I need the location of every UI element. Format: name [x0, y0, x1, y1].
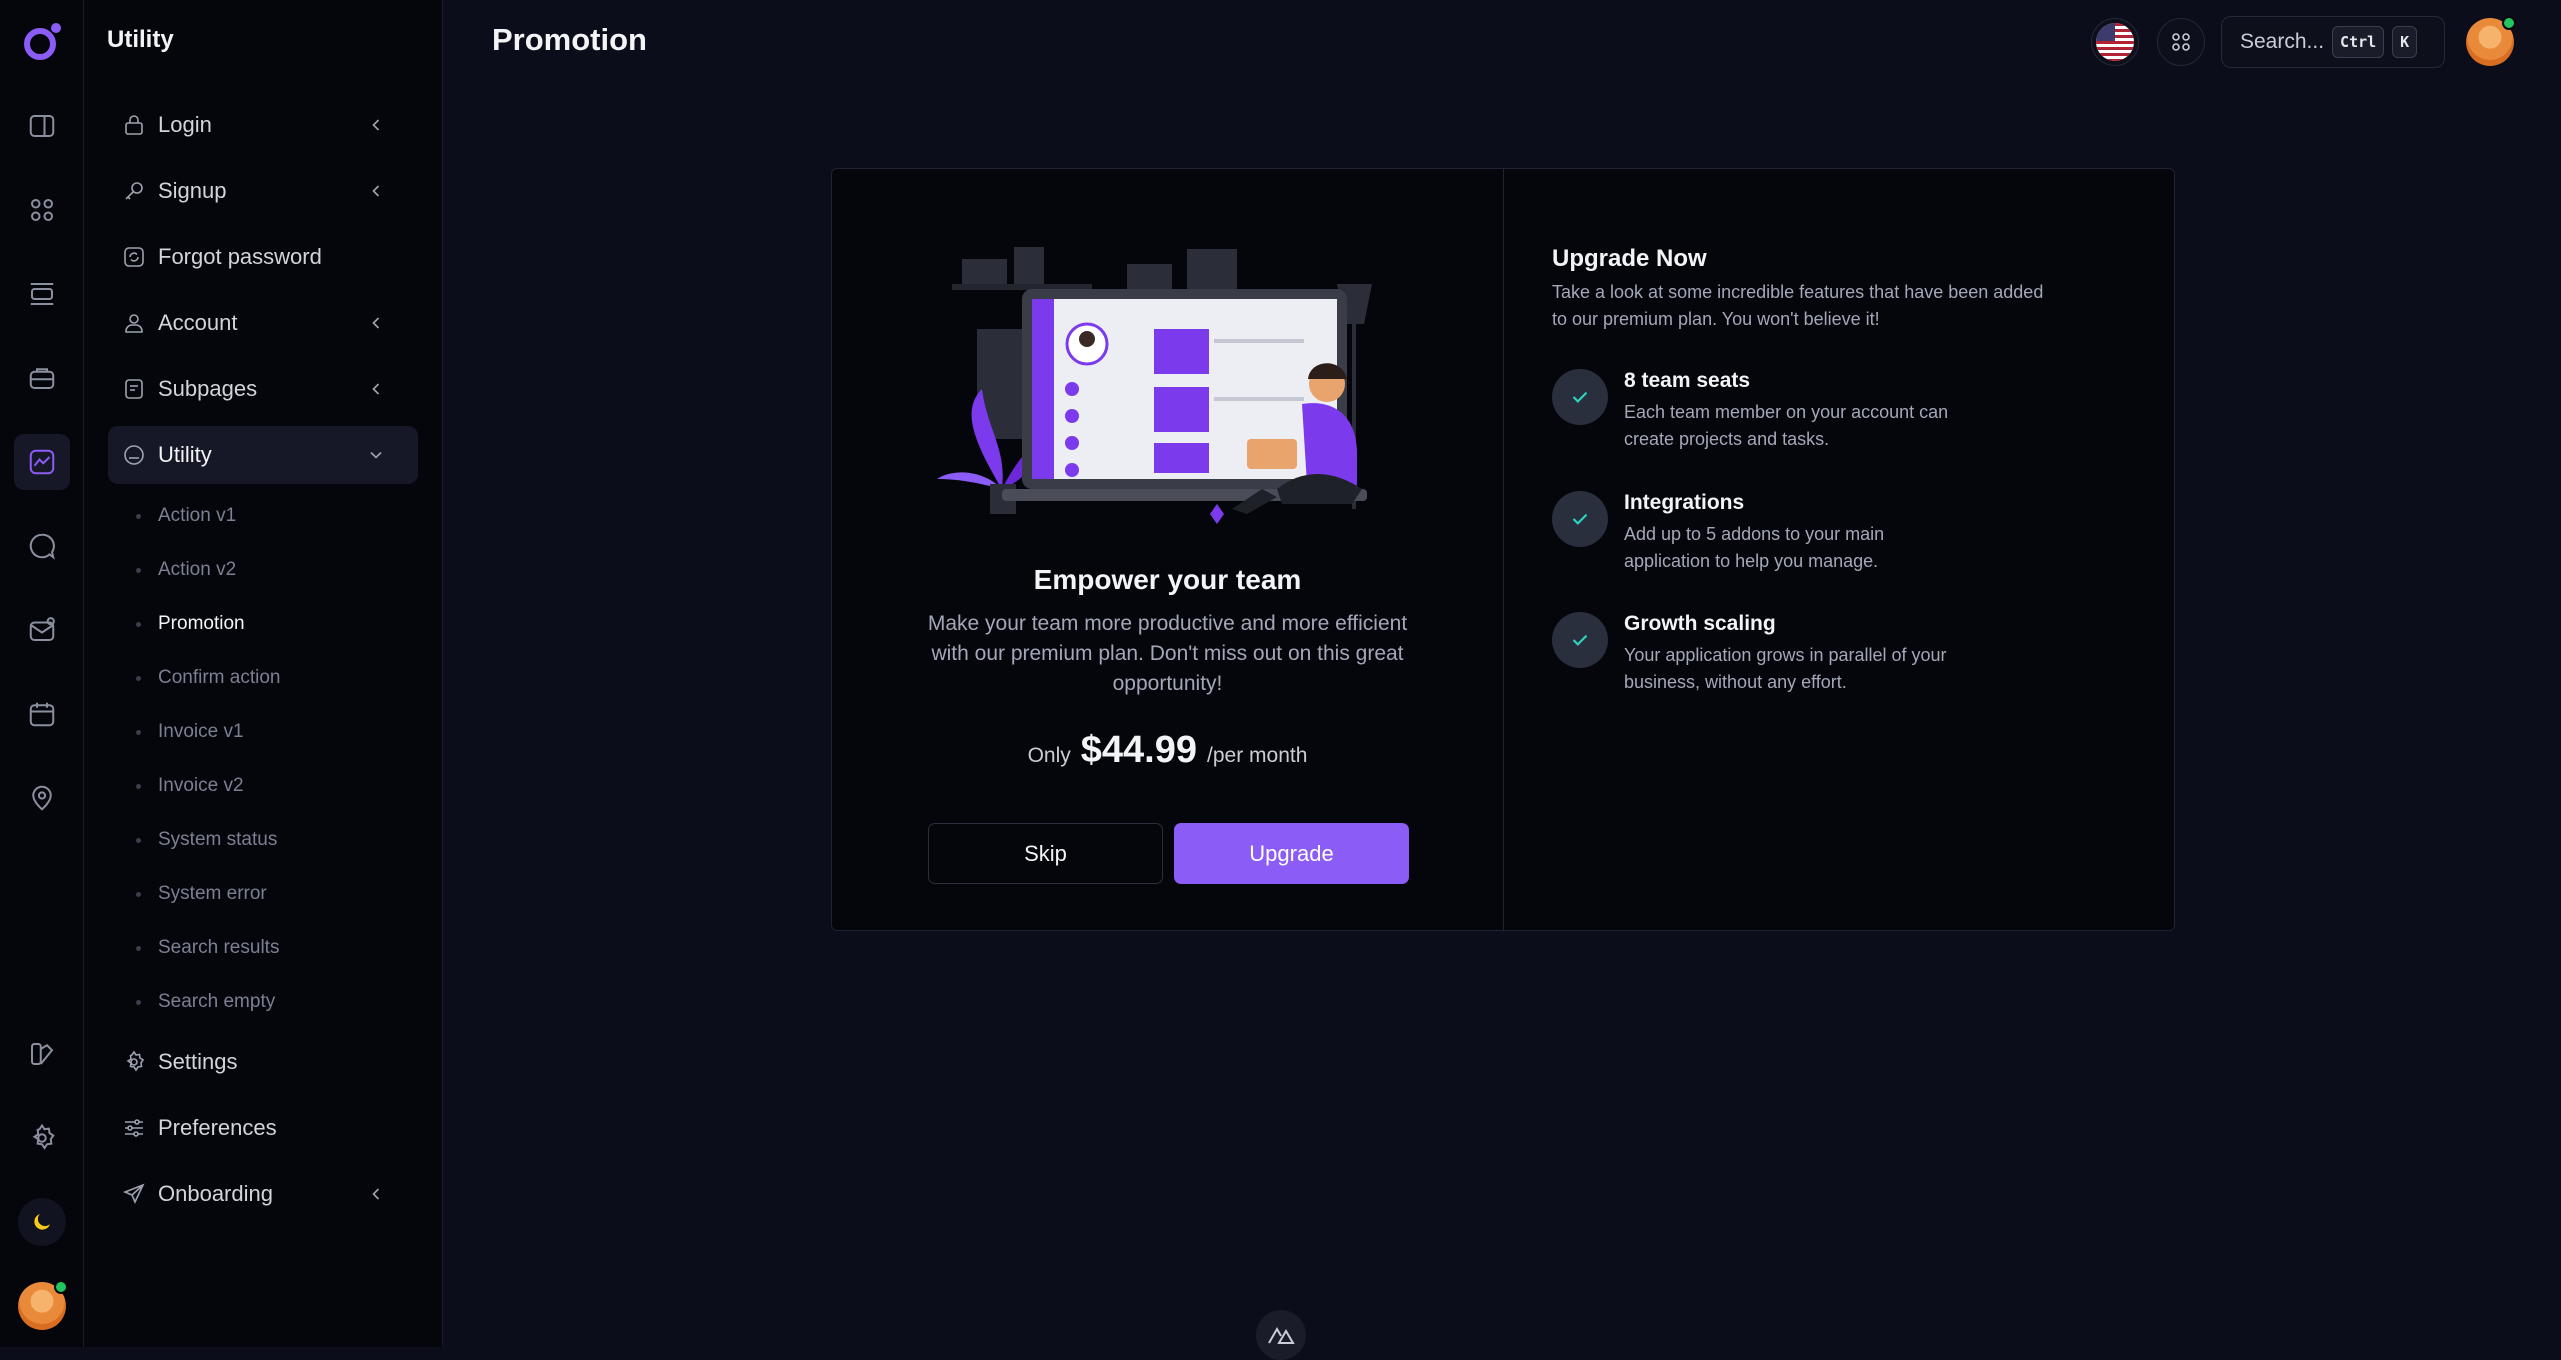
search-placeholder: Search... — [2240, 30, 2325, 53]
moon-icon[interactable] — [18, 1198, 66, 1246]
box-icon — [124, 445, 144, 465]
document-icon — [125, 379, 143, 399]
nav-item-onboarding[interactable]: Onboarding — [108, 1165, 418, 1223]
promo-right-pane: Upgrade Now Take a look at some incredib… — [1504, 169, 2174, 930]
subnav-item-search-empty[interactable]: Search empty — [135, 987, 275, 1017]
feature-description: Your application grows in parallel of yo… — [1624, 645, 1947, 692]
kbd-ctrl: Ctrl — [2332, 26, 2385, 58]
chart-icon[interactable] — [14, 434, 70, 490]
nav-item-signup[interactable]: Signup — [108, 162, 418, 220]
icon-rail — [0, 0, 84, 1347]
kbd-k: K — [2392, 26, 2418, 58]
promo-left-pane: Empower your team Make your team more pr… — [832, 169, 1503, 930]
nav-item-account[interactable]: Account — [108, 294, 418, 352]
chevron-left-icon — [372, 1188, 380, 1200]
chevron-left-icon — [372, 185, 380, 197]
grid-icon — [2172, 33, 2190, 51]
feature-title: 8 team seats — [1624, 369, 1751, 392]
nav-item-preferences[interactable]: Preferences — [108, 1099, 418, 1157]
calendar-icon[interactable] — [22, 694, 62, 734]
subnav-item-confirm-action[interactable]: Confirm action — [136, 663, 281, 693]
online-status-dot — [54, 1280, 68, 1294]
online-status-dot — [2502, 16, 2516, 30]
gear-icon — [126, 1050, 145, 1072]
user-avatar[interactable] — [2466, 16, 2516, 66]
nav-label: Settings — [158, 1049, 238, 1074]
team-illustration — [937, 247, 1372, 524]
nav-label: Utility — [158, 442, 212, 467]
price-period: /per month — [1207, 744, 1308, 767]
nuxt-logo-icon — [1268, 1326, 1295, 1344]
feature-title: Growth scaling — [1624, 612, 1776, 635]
nav-label: Login — [158, 112, 212, 137]
nav-item-settings[interactable]: Settings — [108, 1033, 418, 1091]
nav-item-login[interactable]: Login — [108, 96, 418, 154]
nav-item-forgot-password[interactable]: Forgot password — [108, 228, 418, 286]
nav-label: Signup — [158, 178, 227, 203]
upgrade-button[interactable]: Upgrade — [1174, 823, 1409, 884]
nav-label: Preferences — [158, 1115, 277, 1140]
key-icon — [125, 182, 143, 200]
skip-button[interactable]: Skip — [928, 823, 1163, 884]
feature-description: Add up to 5 addons to your main applicat… — [1624, 524, 1885, 571]
nav-label: Subpages — [158, 376, 258, 401]
section-title: Utility — [107, 26, 174, 53]
chevron-left-icon — [372, 383, 380, 395]
subnav-item-system-status[interactable]: System status — [135, 825, 277, 855]
price-prefix: Only — [1027, 744, 1071, 767]
subnav-item-search-results[interactable]: Search results — [135, 933, 279, 963]
apps-button[interactable] — [2157, 18, 2205, 66]
list-icon[interactable] — [22, 274, 62, 314]
nav-item-utility[interactable]: Utility — [108, 426, 418, 484]
layout-sidebar-icon[interactable] — [22, 106, 62, 146]
subnav-item-invoice-v1[interactable]: Invoice v1 — [136, 717, 244, 747]
nav-label: Onboarding — [158, 1181, 273, 1206]
chevron-left-icon — [372, 119, 380, 131]
check-icon — [1552, 612, 1608, 668]
check-icon — [1552, 491, 1608, 547]
sliders-icon — [125, 1119, 143, 1137]
page-title: Promotion — [492, 22, 647, 57]
user-icon — [125, 314, 143, 333]
subnav-item-promotion[interactable]: Promotion — [136, 609, 245, 639]
briefcase-icon[interactable] — [22, 358, 62, 398]
sidebar: Utility Login Signup Forgot password Acc… — [84, 0, 443, 1347]
upgrade-title: Upgrade Now — [1552, 245, 1707, 272]
nav-item-subpages[interactable]: Subpages — [108, 360, 418, 418]
subnav-item-action-v1[interactable]: Action v1 — [135, 501, 236, 531]
send-icon — [122, 1183, 145, 1204]
subnav-item-invoice-v2[interactable]: Invoice v2 — [136, 771, 244, 801]
search-input[interactable]: Search... Ctrl K — [2221, 16, 2445, 68]
us-flag-icon — [2096, 23, 2134, 61]
check-icon — [1552, 369, 1608, 425]
nav-label: Forgot password — [158, 244, 322, 269]
price-row: Only $44.99 /per month — [832, 729, 1503, 772]
feature-title: Integrations — [1624, 491, 1745, 514]
devtools-toggle[interactable] — [1256, 1310, 1306, 1360]
feature-description: Each team member on your account can cre… — [1624, 402, 1949, 449]
nav-label: Account — [158, 310, 238, 335]
subnav-item-system-error[interactable]: System error — [136, 879, 267, 909]
language-button[interactable] — [2091, 18, 2139, 66]
price-amount: $44.99 — [1080, 729, 1198, 771]
brush-icon[interactable] — [22, 1034, 62, 1074]
avatar[interactable] — [18, 1280, 68, 1330]
promo-title: Empower your team — [1033, 564, 1302, 595]
promo-description: Make your team more productive and more … — [927, 612, 1408, 695]
app-logo-icon[interactable] — [20, 20, 64, 64]
upgrade-subtitle: Take a look at some incredible features … — [1552, 282, 2044, 329]
settings-icon[interactable] — [22, 1118, 62, 1158]
refresh-icon — [124, 247, 144, 267]
grid-icon[interactable] — [22, 190, 62, 230]
chat-icon[interactable] — [22, 526, 62, 566]
chevron-down-icon — [370, 451, 382, 459]
map-pin-icon[interactable] — [22, 778, 62, 818]
promotion-card: Empower your team Make your team more pr… — [831, 168, 2175, 931]
lock-icon — [125, 115, 143, 135]
chevron-left-icon — [372, 317, 380, 329]
mail-icon[interactable] — [22, 610, 62, 650]
subnav-item-action-v2[interactable]: Action v2 — [135, 555, 236, 585]
